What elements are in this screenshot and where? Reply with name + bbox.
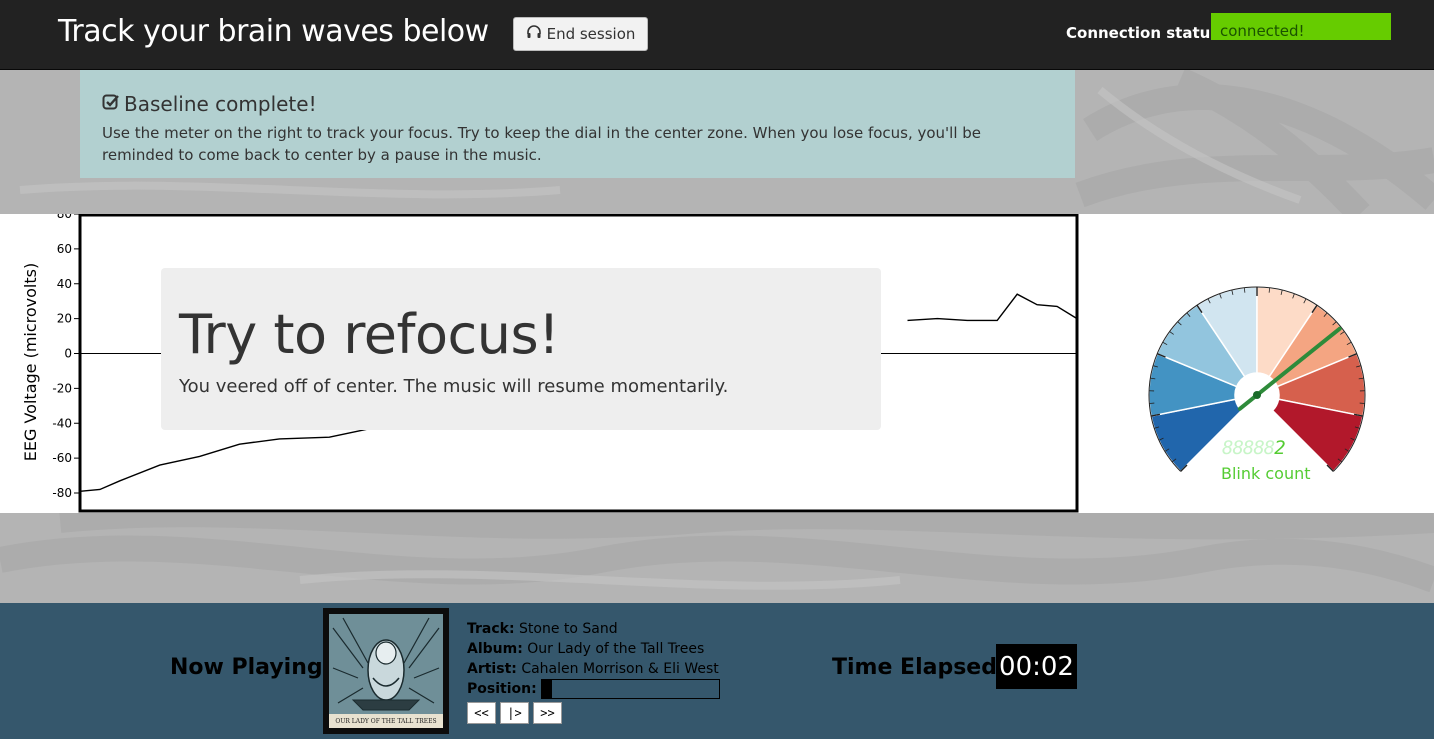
y-tick-label: 0: [64, 347, 72, 361]
album-row: Album: Our Lady of the Tall Trees: [467, 639, 720, 659]
blink-count-display: 888882: [1222, 437, 1292, 461]
y-axis-label: EEG Voltage (microvolts): [21, 263, 40, 461]
y-tick-label: 20: [57, 312, 72, 326]
gauge-pivot: [1253, 391, 1261, 399]
end-session-button[interactable]: End session: [513, 17, 648, 51]
next-track-button[interactable]: >>: [533, 702, 562, 724]
refocus-message-panel: Try to refocus! You veered off of center…: [161, 268, 881, 430]
position-progress-bar[interactable]: [540, 679, 720, 699]
album-art-caption: OUR LADY OF THE TALL TREES: [335, 718, 436, 725]
position-row: Position:: [467, 679, 720, 699]
track-label: Track:: [467, 621, 515, 637]
play-pause-button[interactable]: |>: [500, 702, 529, 724]
y-tick-label: 60: [57, 242, 72, 256]
track-name: Stone to Sand: [519, 621, 618, 637]
blink-count-ghost-digits: 88888: [1222, 437, 1275, 459]
connection-status-badge: connected!: [1211, 13, 1391, 40]
y-tick-label: -60: [52, 451, 72, 465]
y-tick-label: 80: [57, 214, 72, 221]
album-name: Our Lady of the Tall Trees: [527, 641, 705, 657]
end-session-label: End session: [546, 25, 636, 43]
now-playing-label: Now Playing:: [170, 655, 332, 680]
blink-count-label: Blink count: [1221, 464, 1311, 483]
y-tick-label: -40: [52, 416, 72, 430]
album-cover-image: OUR LADY OF THE TALL TREES: [323, 608, 449, 734]
artist-name: Cahalen Morrison & Eli West: [521, 661, 719, 677]
connection-status-label: Connection status:: [1066, 24, 1226, 42]
refocus-title: Try to refocus!: [179, 303, 560, 366]
playback-controls: << |> >>: [467, 702, 720, 724]
y-tick-label: 40: [57, 277, 72, 291]
blink-count-value: 2: [1274, 437, 1285, 459]
now-playing-footer: Now Playing: OUR LADY OF THE TALL TREES …: [0, 603, 1434, 739]
y-tick-label: -20: [52, 381, 72, 395]
refocus-message: You veered off of center. The music will…: [179, 376, 729, 397]
alert-body: Use the meter on the right to track your…: [102, 124, 982, 164]
track-row: Track: Stone to Sand: [467, 619, 720, 639]
album-label: Album:: [467, 641, 523, 657]
page-title: Track your brain waves below: [58, 14, 489, 49]
previous-track-button[interactable]: <<: [467, 702, 496, 724]
position-progress-fill: [541, 680, 553, 698]
baseline-complete-alert: Baseline complete! Use the meter on the …: [80, 70, 1075, 178]
time-elapsed-value: 00:02: [996, 644, 1077, 689]
check-square-icon: [102, 93, 120, 115]
y-tick-label: -80: [52, 486, 72, 500]
artist-row: Artist: Cahalen Morrison & Eli West: [467, 659, 720, 679]
artist-label: Artist:: [467, 661, 517, 677]
track-info: Track: Stone to Sand Album: Our Lady of …: [467, 619, 720, 724]
alert-title: Baseline complete!: [124, 92, 317, 116]
headphones-icon: [526, 24, 542, 44]
position-label: Position:: [467, 681, 537, 697]
top-navbar: Track your brain waves below End session…: [0, 0, 1434, 70]
time-elapsed-label: Time Elapsed:: [832, 655, 1006, 680]
